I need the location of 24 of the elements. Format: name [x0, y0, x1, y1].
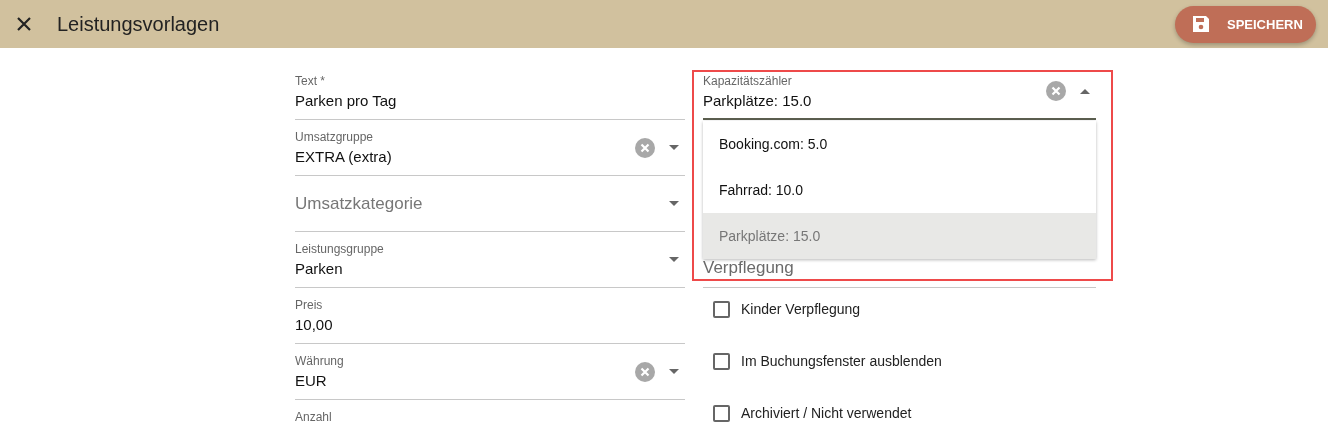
checkbox[interactable] [713, 404, 730, 422]
select-field[interactable]: Währung EUR [295, 344, 685, 400]
page-title: Leistungsvorlagen [57, 12, 220, 36]
input-field[interactable]: Preis 10,00 [295, 288, 685, 344]
save-button[interactable]: SPEICHERN [1175, 5, 1316, 43]
select-field[interactable]: Leistungsgruppe Parken [295, 232, 685, 288]
caret-down-icon[interactable] [669, 145, 679, 150]
caret-down-icon[interactable] [669, 257, 679, 262]
checkbox-label[interactable]: Kinder Verpflegung [703, 288, 1096, 330]
input-field[interactable]: Text * Parken pro Tag [295, 64, 685, 120]
select-field[interactable]: Umsatzgruppe EXTRA (extra) [295, 120, 685, 176]
menu-option[interactable]: Booking.com: 5.0 [703, 121, 1096, 167]
checkbox[interactable] [713, 352, 730, 370]
menu-option[interactable]: Fahrrad: 10.0 [703, 167, 1096, 213]
caret-down-icon[interactable] [669, 369, 679, 374]
input-field[interactable]: Anzahl [295, 400, 685, 426]
menu-option[interactable]: Parkplätze: 15.0 [703, 213, 1096, 259]
checkbox-label[interactable]: Archiviert / Nicht verwendet [703, 392, 1096, 426]
checkbox-label[interactable]: Im Buchungsfenster ausblenden [703, 340, 1096, 382]
caret-up-icon[interactable] [1080, 88, 1090, 94]
caret-down-icon[interactable] [669, 201, 679, 206]
close-icon[interactable] [16, 16, 32, 32]
select-field[interactable]: Umsatzkategorie [295, 176, 685, 232]
checkbox[interactable] [713, 300, 730, 318]
